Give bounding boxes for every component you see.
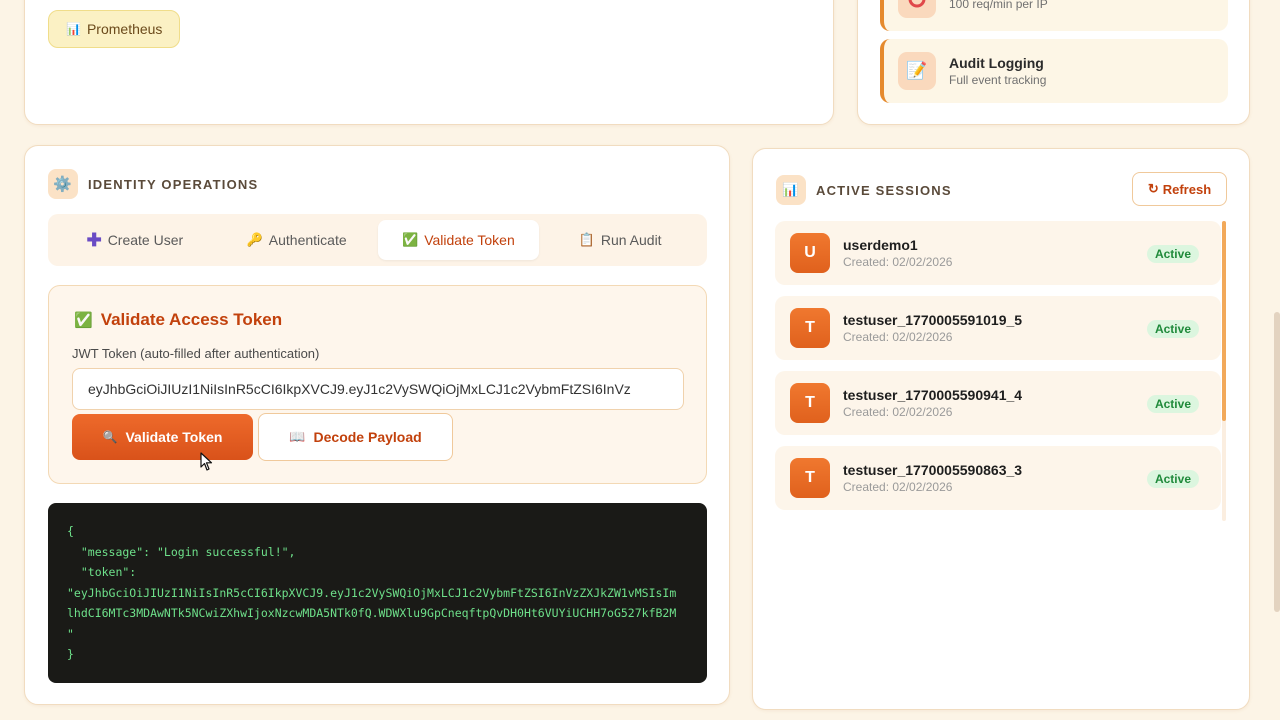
tab-label: Run Audit [600,232,662,248]
audit-title: Audit Logging [949,55,1044,71]
list-item[interactable]: T testuser_1770005590941_4 Created: 02/0… [775,371,1221,435]
gear-icon: ⚙️ [48,169,78,199]
status-badge: Active [1146,395,1199,413]
refresh-icon: ↻ [1147,181,1159,196]
list-item[interactable]: T testuser_1770005591019_5 Created: 02/0… [775,296,1221,360]
sessions-heading: 📊 ACTIVE SESSIONS [776,175,952,205]
magnifier-icon: 🔍 [102,430,118,444]
response-output: { "message": "Login successful!", "token… [48,503,707,683]
identity-heading: ⚙️ IDENTITY OPERATIONS [48,169,258,199]
panel-title: ✅ Validate Access Token [74,310,282,330]
plus-icon: ✚ [86,229,102,250]
sessions-heading-text: ACTIVE SESSIONS [816,182,952,198]
session-username: testuser_1770005591019_5 [843,312,1023,328]
tab-validate-token[interactable]: ✅ Validate Token [377,220,540,260]
check-box-icon: ✅ [402,232,419,247]
chip-label: Prometheus [86,21,163,37]
status-badge: Active [1146,245,1199,263]
console-line: { [67,524,74,538]
feature-rate-limiting: 100 req/min per IP [880,0,1228,31]
active-sessions-card: 📊 ACTIVE SESSIONS ↻ Refresh U userdemo1 … [752,148,1250,710]
console-line: "eyJhbGciOiJIUzI1NiIsInR5cCI6IkpXVCJ9.ey… [67,585,677,600]
refresh-label: Refresh [1162,181,1212,197]
jwt-field-label: JWT Token (auto-filled after authenticat… [72,346,320,361]
session-created: Created: 02/02/2026 [843,480,953,494]
tab-run-audit[interactable]: 📋 Run Audit [539,220,701,260]
validate-token-button[interactable]: 🔍 Validate Token [72,414,253,460]
tab-create-user[interactable]: ✚ Create User [54,220,216,260]
feature-audit-logging: 📝 Audit Logging Full event tracking [880,39,1228,103]
tab-label: Authenticate [268,232,347,248]
list-item[interactable]: T testuser_1770005590863_3 Created: 02/0… [775,446,1221,510]
operation-tabs: ✚ Create User 🔑 Authenticate ✅ Validate … [48,214,707,266]
console-line: " [67,626,74,641]
validate-token-panel: ✅ Validate Access Token JWT Token (auto-… [48,285,707,484]
refresh-button[interactable]: ↻ Refresh [1132,172,1227,206]
check-box-icon: ✅ [74,312,93,329]
session-list[interactable]: U userdemo1 Created: 02/02/2026 Active T… [775,221,1221,521]
monitoring-card: 📊 Prometheus [24,0,834,125]
avatar: U [790,233,830,273]
bar-chart-icon: 📊 [66,22,81,36]
validate-button-label: Validate Token [125,429,223,445]
console-line: "message": "Login successful!", [67,544,296,559]
identity-operations-card: ⚙️ IDENTITY OPERATIONS ✚ Create User 🔑 A… [24,145,730,705]
console-line: lhdCI6MTc3MDAwNTk5NCwiZXhwIjoxNzcwMDA5NT… [67,606,677,620]
session-created: Created: 02/02/2026 [843,255,953,269]
console-line: } [67,647,74,661]
session-created: Created: 02/02/2026 [843,405,953,419]
key-icon: 🔑 [246,232,263,247]
tab-authenticate[interactable]: 🔑 Authenticate [216,220,378,260]
mouse-cursor-icon [200,452,213,471]
list-item[interactable]: U userdemo1 Created: 02/02/2026 Active [775,221,1221,285]
audit-subtitle: Full event tracking [949,73,1047,87]
avatar: T [790,308,830,348]
book-icon: 📖 [289,429,306,444]
jwt-token-input[interactable] [72,368,684,410]
session-scrollbar-thumb[interactable] [1222,221,1226,421]
session-username: userdemo1 [843,237,918,253]
session-username: testuser_1770005590941_4 [843,387,1023,403]
rate-limit-icon [898,0,936,18]
page-scrollbar[interactable] [1274,312,1280,612]
avatar: T [790,383,830,423]
tab-label: Validate Token [424,232,515,248]
tab-label: Create User [107,232,184,248]
status-badge: Active [1146,470,1199,488]
pencil-icon: 📝 [898,52,936,90]
status-badge: Active [1146,320,1199,338]
avatar: T [790,458,830,498]
decode-button-label: Decode Payload [313,429,422,445]
identity-heading-text: IDENTITY OPERATIONS [88,176,259,192]
prometheus-chip[interactable]: 📊 Prometheus [48,10,181,48]
security-features-card: 100 req/min per IP 📝 Audit Logging Full … [857,0,1250,125]
console-line: "token": [67,565,137,579]
session-username: testuser_1770005590863_3 [843,462,1023,478]
session-created: Created: 02/02/2026 [843,330,953,344]
bar-chart-icon: 📊 [776,175,806,205]
clipboard-icon: 📋 [578,232,595,247]
rate-limit-subtitle: 100 req/min per IP [949,0,1048,11]
decode-payload-button[interactable]: 📖 Decode Payload [258,413,453,461]
panel-title-text: Validate Access Token [100,310,283,329]
